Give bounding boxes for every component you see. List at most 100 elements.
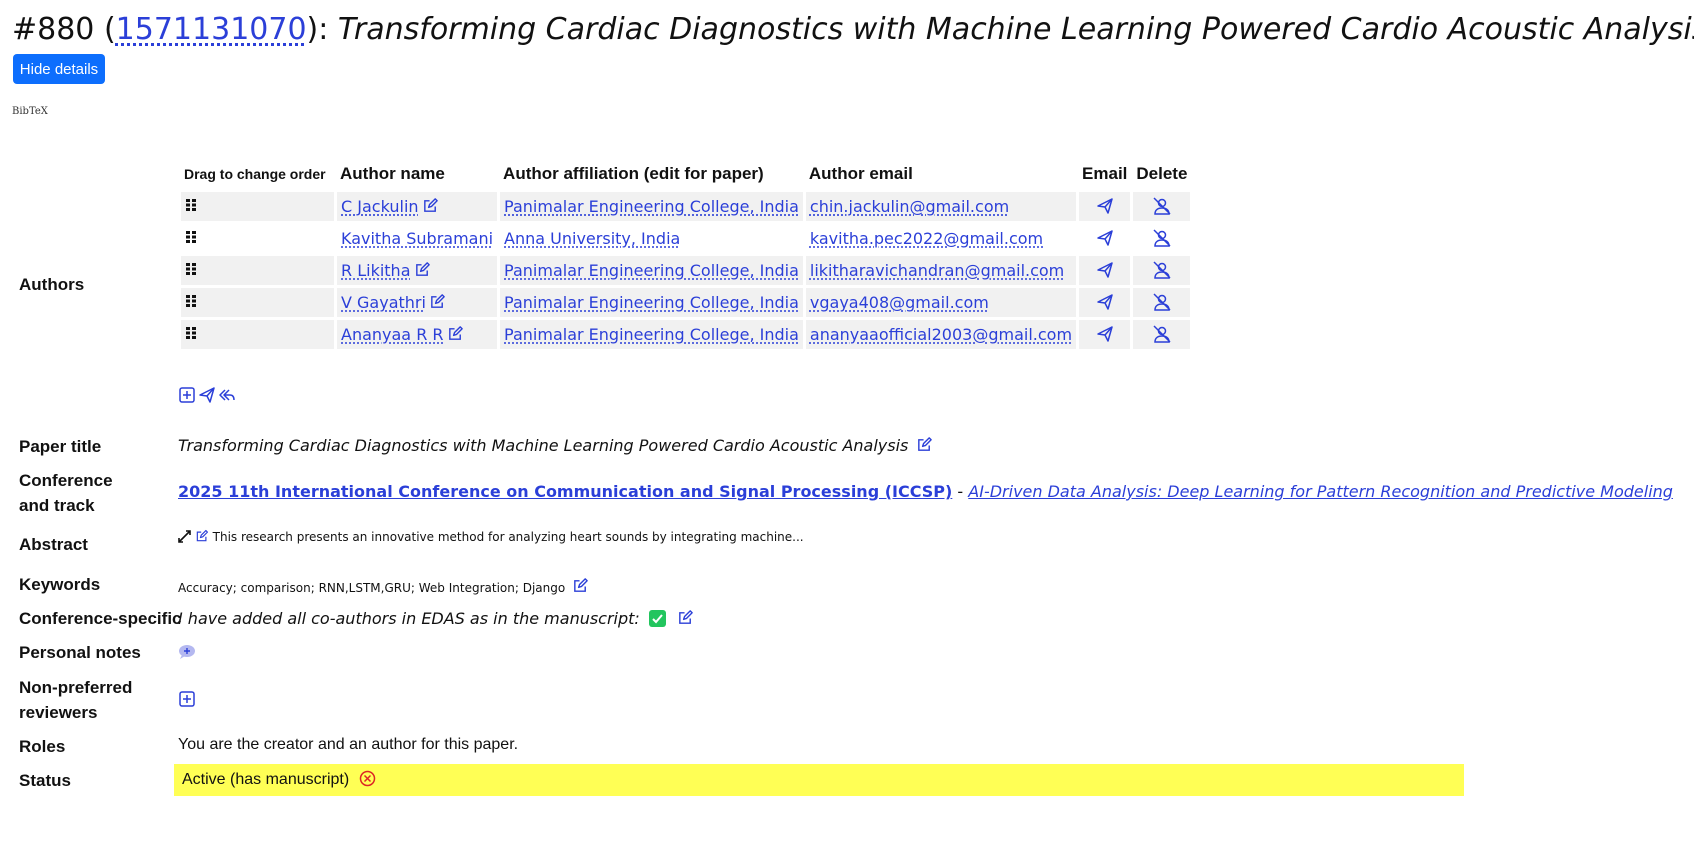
delete-author-cell: [1133, 224, 1191, 253]
drag-handle-icon[interactable]: [185, 325, 197, 339]
drag-handle-icon[interactable]: [185, 197, 197, 211]
reply-all-icon[interactable]: [218, 386, 236, 404]
edit-author-icon[interactable]: [422, 197, 439, 214]
label-abstract: Abstract: [19, 535, 88, 554]
author-row: C Jackulin Panimalar Engineering College,…: [181, 192, 1191, 221]
affiliation-cell: Panimalar Engineering College, India: [500, 256, 803, 285]
author-name-cell: R Likitha: [337, 256, 498, 285]
author-tools: [178, 386, 236, 404]
author-name-link[interactable]: Kavitha Subramani: [341, 229, 493, 248]
author-name-cell: Kavitha Subramani: [337, 224, 498, 253]
affiliation-link[interactable]: Panimalar Engineering College, India: [504, 197, 799, 216]
email-link[interactable]: likitharavichandran@gmail.com: [810, 261, 1064, 280]
email-link[interactable]: kavitha.pec2022@gmail.com: [810, 229, 1043, 248]
author-name-link[interactable]: R Likitha: [341, 261, 411, 280]
status-row: Active (has manuscript): [182, 770, 376, 789]
abstract-text: This research presents an innovative met…: [212, 530, 804, 544]
affiliation-cell: Anna University, India: [500, 224, 803, 253]
edit-author-icon[interactable]: [429, 293, 446, 310]
expand-icon[interactable]: [178, 530, 191, 543]
delete-author-icon[interactable]: [1152, 261, 1172, 279]
label-conference: Conference and track: [19, 468, 113, 518]
send-email-icon[interactable]: [1096, 261, 1114, 279]
delete-author-icon[interactable]: [1152, 293, 1172, 311]
track-link[interactable]: AI-Driven Data Analysis: Deep Learning f…: [968, 482, 1673, 501]
label-nonpref-line2: reviewers: [19, 703, 98, 722]
affiliation-link[interactable]: Panimalar Engineering College, India: [504, 261, 799, 280]
keywords-row: Accuracy; comparison; RNN,LSTM,GRU; Web …: [178, 577, 589, 595]
author-row: Ananyaa R R Panimalar Engineering College…: [181, 320, 1191, 349]
affiliation-cell: Panimalar Engineering College, India: [500, 320, 803, 349]
label-roles: Roles: [19, 737, 66, 756]
status-text: Active (has manuscript): [182, 771, 350, 788]
drag-handle-icon[interactable]: [185, 229, 197, 243]
paper-title-heading: Transforming Cardiac Diagnostics with Ma…: [337, 12, 1694, 47]
open-paren: (: [103, 12, 116, 47]
header-email-action: Email: [1082, 164, 1128, 183]
paper-id-link[interactable]: 1571131070: [116, 12, 307, 47]
paper-title-value: Transforming Cardiac Diagnostics with Ma…: [178, 436, 909, 455]
edit-title-icon[interactable]: [916, 436, 933, 453]
drag-handle[interactable]: [181, 288, 334, 317]
edit-conference-specific-icon[interactable]: [677, 609, 694, 626]
affiliation-link[interactable]: Panimalar Engineering College, India: [504, 293, 799, 312]
close-paren: ):: [306, 12, 329, 47]
send-email-icon[interactable]: [1096, 293, 1114, 311]
add-author-icon[interactable]: [178, 386, 196, 404]
authors-table: Drag to change order Author name Author …: [178, 156, 1193, 352]
header-affiliation: Author affiliation (edit for paper): [503, 164, 764, 183]
affiliation-link[interactable]: Anna University, India: [504, 229, 680, 248]
delete-author-cell: [1133, 320, 1191, 349]
send-email-icon[interactable]: [1096, 325, 1114, 343]
email-link[interactable]: ananyaaofficial2003@gmail.com: [810, 325, 1072, 344]
label-status: Status: [19, 771, 71, 790]
bibtex-link[interactable]: BibTeX: [12, 106, 48, 117]
edit-author-icon[interactable]: [414, 261, 431, 278]
edit-abstract-icon[interactable]: [195, 529, 209, 543]
withdraw-icon[interactable]: [359, 770, 376, 787]
hide-details-button[interactable]: Hide details: [13, 54, 105, 84]
email-link[interactable]: chin.jackulin@gmail.com: [810, 197, 1009, 216]
conference-row: 2025 11th International Conference on Co…: [178, 482, 1673, 501]
conference-link[interactable]: 2025 11th International Conference on Co…: [178, 482, 952, 501]
conference-separator: -: [952, 482, 969, 501]
drag-handle-icon[interactable]: [185, 293, 197, 307]
affiliation-link[interactable]: Panimalar Engineering College, India: [504, 325, 799, 344]
send-email-cell: [1079, 288, 1131, 317]
edit-keywords-icon[interactable]: [572, 577, 589, 594]
drag-handle[interactable]: [181, 224, 334, 253]
label-personal-notes: Personal notes: [19, 643, 141, 662]
conference-specific-row: I have added all co-authors in EDAS as i…: [178, 609, 694, 628]
delete-author-icon[interactable]: [1152, 325, 1172, 343]
send-email-cell: [1079, 320, 1131, 349]
author-name-link[interactable]: V Gayathri: [341, 293, 426, 312]
delete-author-cell: [1133, 256, 1191, 285]
send-email-icon[interactable]: [1096, 229, 1114, 247]
drag-handle[interactable]: [181, 256, 334, 285]
drag-handle[interactable]: [181, 192, 334, 221]
email-all-authors-icon[interactable]: [198, 386, 216, 404]
header-drag: Drag to change order: [184, 166, 326, 182]
email-cell: likitharavichandran@gmail.com: [805, 256, 1077, 285]
add-reviewer-icon[interactable]: [178, 690, 196, 708]
conference-specific-text: I have added all co-authors in EDAS as i…: [178, 609, 640, 628]
drag-handle-icon[interactable]: [185, 261, 197, 275]
author-name-link[interactable]: C Jackulin: [341, 197, 419, 216]
add-note-icon[interactable]: [178, 644, 196, 660]
keywords-text: Accuracy; comparison; RNN,LSTM,GRU; Web …: [178, 581, 566, 595]
delete-author-icon[interactable]: [1152, 197, 1172, 215]
affiliation-cell: Panimalar Engineering College, India: [500, 288, 803, 317]
author-name-cell: Ananyaa R R: [337, 320, 498, 349]
author-row: Kavitha Subramani Anna University, India k…: [181, 224, 1191, 253]
label-conference-specific: Conference-specific: [19, 609, 182, 628]
paper-number: #880: [12, 12, 95, 47]
send-email-cell: [1079, 192, 1131, 221]
label-non-preferred-reviewers: Non-preferred reviewers: [19, 675, 132, 725]
author-name-link[interactable]: Ananyaa R R: [341, 325, 444, 344]
send-email-icon[interactable]: [1096, 197, 1114, 215]
email-link[interactable]: vgaya408@gmail.com: [810, 293, 989, 312]
non-preferred-row: [178, 690, 196, 712]
edit-author-icon[interactable]: [447, 325, 464, 342]
delete-author-icon[interactable]: [1152, 229, 1172, 247]
drag-handle[interactable]: [181, 320, 334, 349]
